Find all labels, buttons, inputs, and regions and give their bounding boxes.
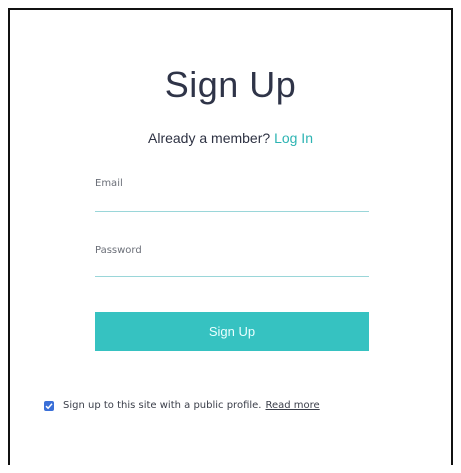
public-profile-checkbox[interactable] xyxy=(44,400,54,411)
public-profile-row: Sign up to this site with a public profi… xyxy=(44,400,320,411)
member-prompt: Already a member? Log In xyxy=(0,130,461,146)
public-profile-text: Sign up to this site with a public profi… xyxy=(63,400,262,411)
member-text: Already a member? xyxy=(148,130,271,146)
read-more-link[interactable]: Read more xyxy=(265,400,319,411)
password-label: Password xyxy=(95,245,142,256)
sign-up-button[interactable]: Sign Up xyxy=(95,312,369,351)
login-link[interactable]: Log In xyxy=(274,130,313,146)
email-field[interactable] xyxy=(95,191,369,212)
email-label: Email xyxy=(95,178,123,189)
checkmark-icon xyxy=(45,402,53,409)
page-title: Sign Up xyxy=(164,64,297,105)
password-field[interactable] xyxy=(95,256,369,277)
